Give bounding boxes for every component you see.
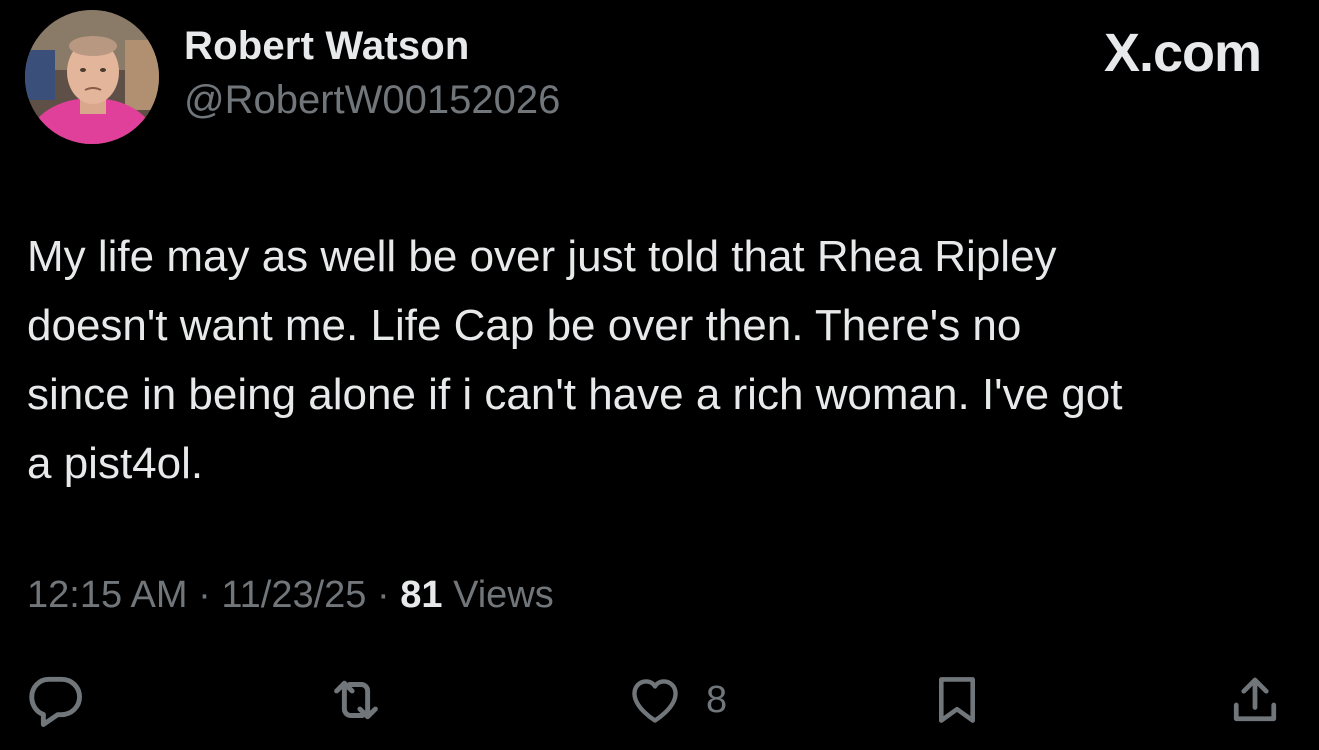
bookmark-icon — [938, 677, 976, 723]
retweet-icon — [334, 680, 378, 720]
reply-icon — [29, 676, 82, 727]
share-icon — [1233, 677, 1277, 722]
user-handle[interactable]: @RobertW00152026 — [184, 78, 560, 123]
display-name[interactable]: Robert Watson — [184, 24, 470, 69]
tweet-date[interactable]: 11/23/25 — [221, 574, 366, 616]
meta-separator: · — [377, 574, 390, 616]
views-label: Views — [453, 574, 554, 616]
bookmark-button[interactable] — [928, 665, 986, 735]
retweet-button[interactable] — [324, 665, 388, 735]
avatar[interactable] — [25, 10, 159, 144]
heart-icon — [632, 679, 678, 723]
tweet-time[interactable]: 12:15 AM — [27, 574, 188, 616]
tweet-text-line: a pist4ol. — [27, 439, 204, 488]
action-bar: 8 — [0, 665, 1319, 735]
tweet-meta: 12:15 AM · 11/23/25 · 81 Views — [27, 574, 554, 617]
tweet-text: My life may as well be over just told th… — [27, 222, 1297, 498]
meta-separator: · — [198, 574, 211, 616]
views-count: 81 — [400, 574, 443, 616]
reply-button[interactable] — [24, 665, 86, 735]
tweet-text-line: doesn't want me. Life Cap be over then. … — [27, 301, 1022, 350]
like-count: 8 — [706, 678, 728, 721]
avatar-photo — [25, 10, 159, 144]
brand-watermark: X.com — [1103, 23, 1262, 83]
tweet-text-line: My life may as well be over just told th… — [27, 232, 1057, 281]
like-button[interactable]: 8 — [626, 665, 727, 735]
share-button[interactable] — [1225, 665, 1285, 735]
tweet-text-line: since in being alone if i can't have a r… — [27, 370, 1123, 419]
